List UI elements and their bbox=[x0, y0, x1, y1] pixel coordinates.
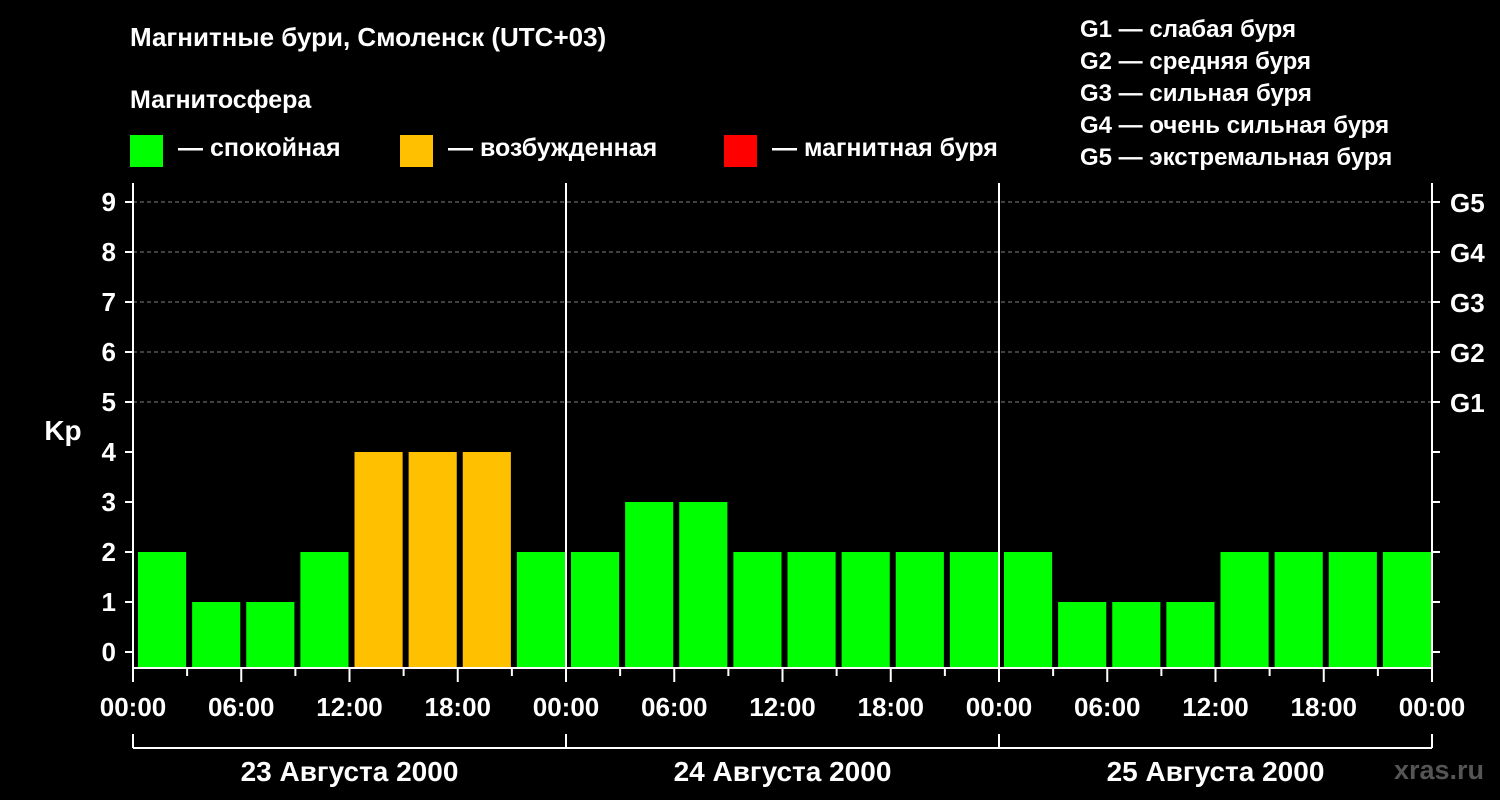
watermark: xras.ru bbox=[1393, 755, 1484, 785]
y-tick-label: 6 bbox=[102, 337, 116, 367]
bar bbox=[571, 552, 620, 668]
x-tick-label: 12:00 bbox=[1182, 692, 1249, 722]
x-tick-label: 06:00 bbox=[641, 692, 708, 722]
bar bbox=[516, 552, 565, 668]
bar bbox=[138, 552, 187, 668]
bar bbox=[1220, 552, 1269, 668]
bar bbox=[408, 452, 457, 668]
day-label: 23 Августа 2000 bbox=[241, 756, 459, 787]
y-tick-label: 5 bbox=[102, 387, 116, 417]
x-tick-label: 18:00 bbox=[1291, 692, 1358, 722]
day-label: 24 Августа 2000 bbox=[674, 756, 892, 787]
y-tick-label: 2 bbox=[102, 537, 116, 567]
x-tick-label: 12:00 bbox=[316, 692, 383, 722]
x-tick-label: 12:00 bbox=[749, 692, 816, 722]
g-level-label: G2 bbox=[1450, 338, 1485, 368]
y-tick-label: 8 bbox=[102, 237, 116, 267]
bar bbox=[949, 552, 998, 668]
x-tick-label: 06:00 bbox=[1074, 692, 1141, 722]
bar bbox=[895, 552, 944, 668]
bar bbox=[733, 552, 782, 668]
x-tick-label: 00:00 bbox=[1399, 692, 1466, 722]
g-level-label: G1 bbox=[1450, 388, 1485, 418]
bar bbox=[841, 552, 890, 668]
g-level-label: G3 bbox=[1450, 288, 1485, 318]
g-level-label: G5 bbox=[1450, 188, 1485, 218]
bar bbox=[246, 602, 295, 668]
bar bbox=[1058, 602, 1107, 668]
g-level-label: G4 bbox=[1450, 238, 1485, 268]
x-tick-label: 18:00 bbox=[425, 692, 492, 722]
y-tick-label: 4 bbox=[102, 437, 117, 467]
y-tick-label: 7 bbox=[102, 287, 116, 317]
y-tick-label: 9 bbox=[102, 187, 116, 217]
y-tick-label: 1 bbox=[102, 587, 116, 617]
bar bbox=[1328, 552, 1377, 668]
bar bbox=[625, 502, 674, 668]
bar bbox=[462, 452, 511, 668]
x-tick-label: 06:00 bbox=[208, 692, 275, 722]
x-tick-label: 00:00 bbox=[966, 692, 1033, 722]
bar bbox=[787, 552, 836, 668]
bar bbox=[1004, 552, 1053, 668]
day-label: 25 Августа 2000 bbox=[1107, 756, 1325, 787]
x-tick-label: 00:00 bbox=[100, 692, 167, 722]
bar bbox=[192, 602, 241, 668]
y-tick-label: 3 bbox=[102, 487, 116, 517]
bar bbox=[1112, 602, 1161, 668]
kp-bar-chart: 0 1 2 3 4 5 6 7 8 9 G1 G2 G3 G4 G5 Kp 00:00 06:00 12:00 18:… bbox=[44, 183, 1485, 787]
bar bbox=[679, 502, 728, 668]
bar bbox=[1382, 552, 1431, 668]
bar bbox=[300, 552, 349, 668]
x-tick-label: 00:00 bbox=[533, 692, 600, 722]
bar bbox=[354, 452, 403, 668]
bar bbox=[1166, 602, 1215, 668]
y-tick-label: 0 bbox=[102, 637, 116, 667]
y-axis-label: Kp bbox=[44, 415, 81, 446]
bar bbox=[1274, 552, 1323, 668]
x-tick-label: 18:00 bbox=[858, 692, 925, 722]
